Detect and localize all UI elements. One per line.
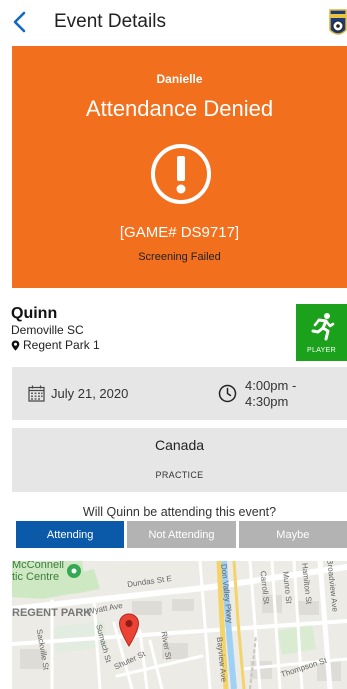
map-label-centre: tic Centre bbox=[12, 571, 60, 583]
chevron-left-icon[interactable] bbox=[8, 8, 32, 36]
role-badge: PLAYER bbox=[296, 304, 347, 361]
role-label: PLAYER bbox=[307, 347, 336, 354]
alert-exclamation-icon bbox=[151, 144, 211, 204]
runner-icon bbox=[311, 313, 335, 341]
game-code: [GAME# DS9717] bbox=[119, 224, 240, 241]
map-label-regent-park: REGENT PARK bbox=[12, 607, 92, 619]
location-label: Regent Park 1 bbox=[23, 338, 100, 352]
attendance-status: Attendance Denied bbox=[85, 96, 274, 121]
header-bar: Event Details bbox=[0, 0, 347, 46]
map-pin-icon bbox=[11, 340, 20, 351]
event-time: 4:00pm - 4:30pm bbox=[245, 378, 297, 409]
calendar-icon bbox=[28, 385, 45, 402]
map-marker-icon[interactable] bbox=[118, 613, 140, 647]
attendance-options: Attending Not Attending Maybe bbox=[16, 521, 347, 548]
player-name: Quinn bbox=[11, 305, 58, 322]
clock-icon bbox=[218, 384, 237, 403]
maybe-button[interactable]: Maybe bbox=[238, 521, 347, 548]
guardian-name: Danielle bbox=[156, 72, 203, 86]
date-time-card: July 21, 2020 4:00pm - 4:30pm bbox=[12, 367, 347, 420]
page-title: Event Details bbox=[54, 11, 166, 32]
team-name: Demoville SC bbox=[11, 323, 84, 337]
map-label-mcconnell: McConnell bbox=[12, 561, 64, 571]
event-location-map[interactable]: McConnell tic Centre REGENT PARK Dundas … bbox=[12, 561, 347, 689]
league-logo-icon bbox=[329, 9, 347, 35]
event-info-card: Canada PRACTICE bbox=[12, 428, 347, 492]
event-type: PRACTICE bbox=[155, 470, 204, 480]
status-reason: Screening Failed bbox=[138, 251, 221, 263]
attendance-status-banner: Danielle Attendance Denied [GAME# DS9717… bbox=[12, 46, 347, 288]
attending-button[interactable]: Attending bbox=[16, 521, 125, 548]
event-location: Regent Park 1 bbox=[11, 338, 100, 352]
attendance-question: Will Quinn be attending this event? bbox=[82, 505, 277, 519]
event-date: July 21, 2020 bbox=[51, 386, 129, 401]
event-country: Canada bbox=[154, 437, 205, 453]
not-attending-button[interactable]: Not Attending bbox=[127, 521, 236, 548]
